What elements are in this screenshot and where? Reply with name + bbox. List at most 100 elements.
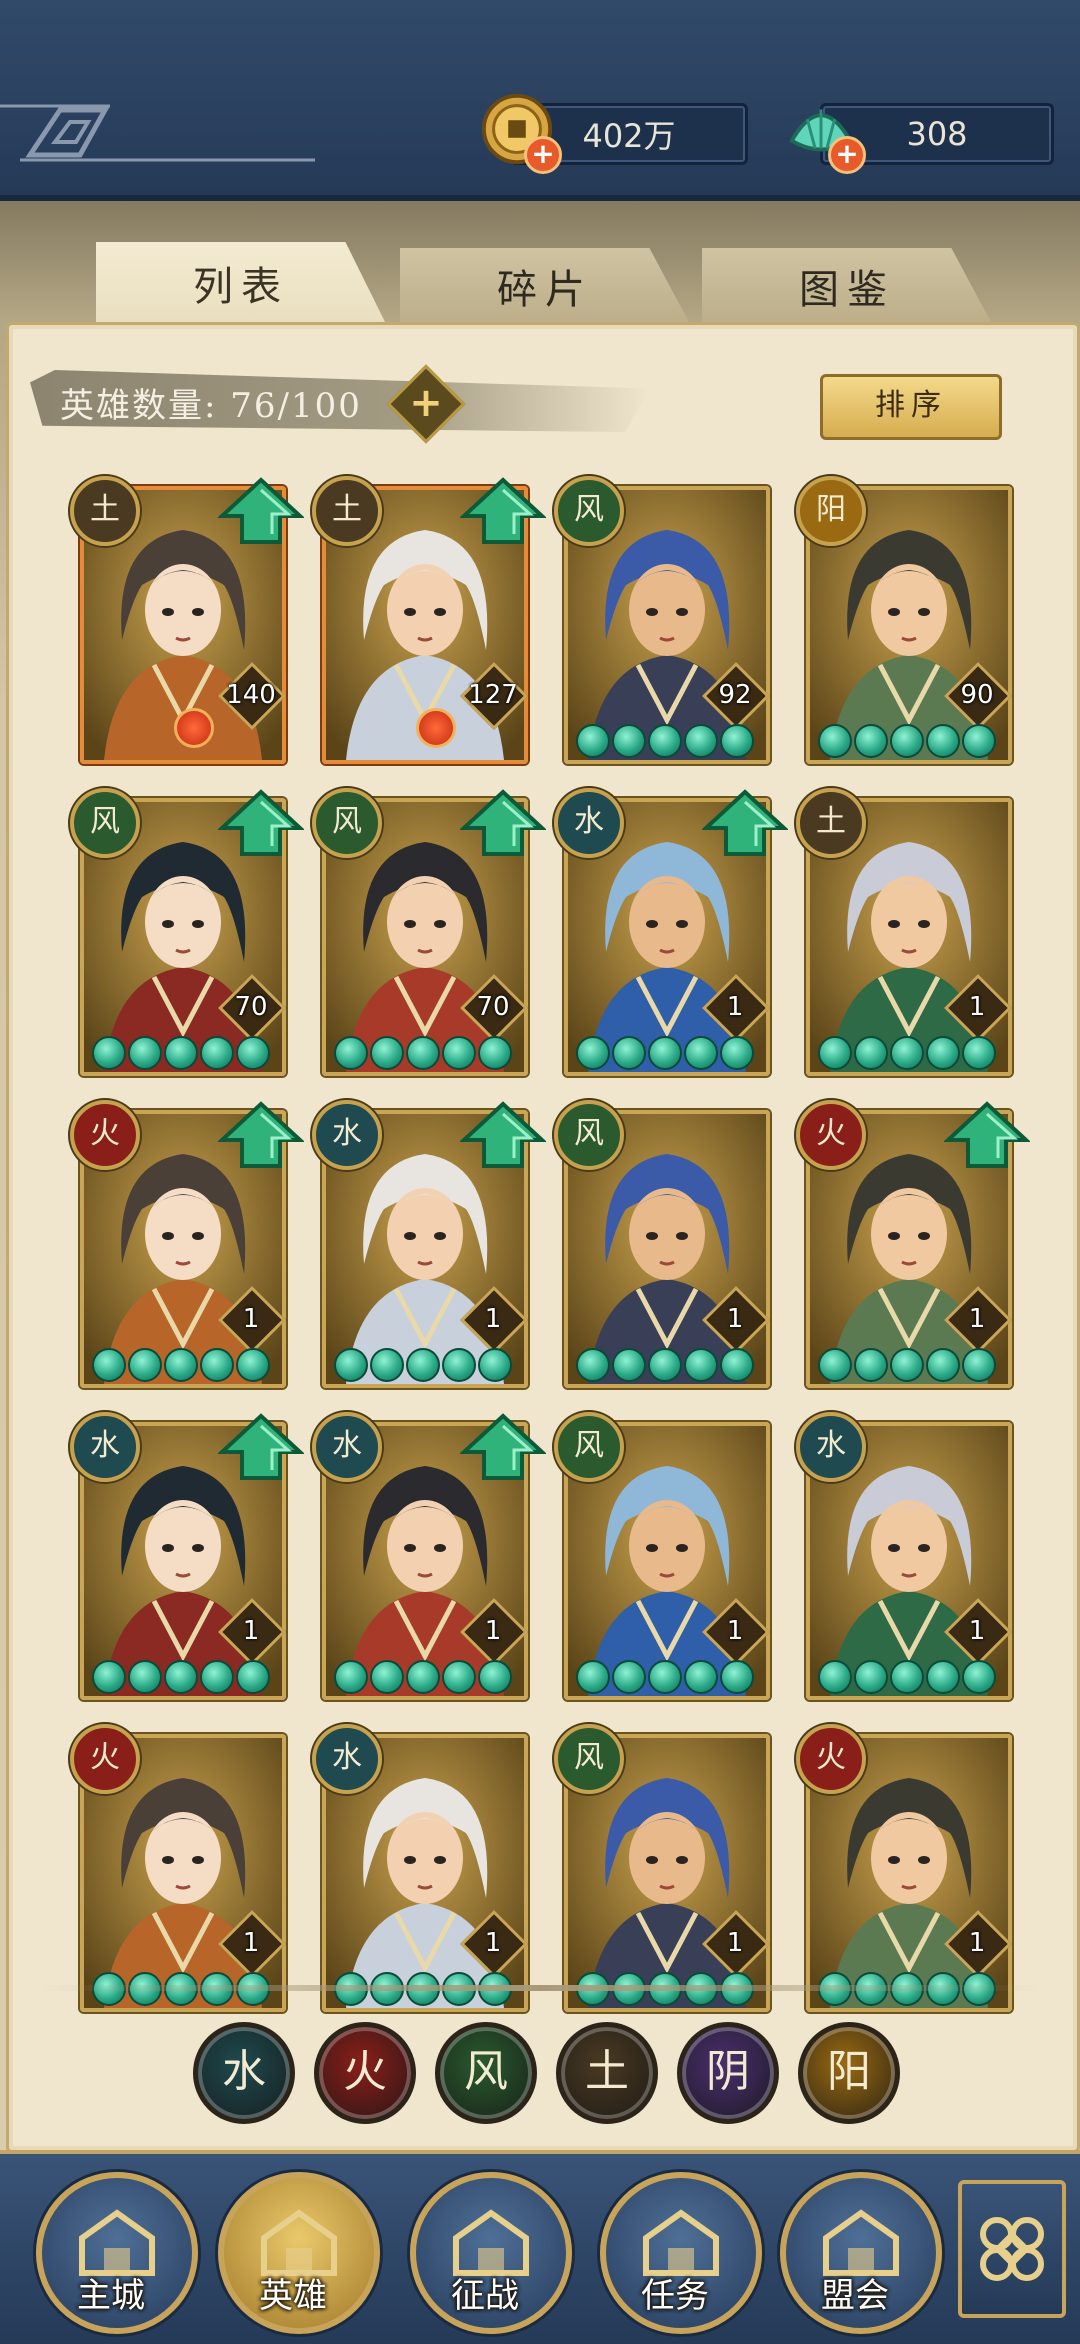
hero-card[interactable]: 水1 <box>796 1412 1012 1700</box>
hero-level: 1 <box>726 1928 744 1958</box>
jade-star-icon <box>720 1660 754 1694</box>
hero-card[interactable]: 土 140 <box>70 476 304 764</box>
hero-level-badge: 1 <box>460 1910 528 1978</box>
yin-element-icon[interactable]: 阴 <box>677 2022 779 2124</box>
hero-level-badge: 70 <box>218 974 286 1042</box>
jade-star-icon <box>926 1348 960 1382</box>
hero-card[interactable]: 土1 <box>796 788 1012 1076</box>
yang-element-icon[interactable]: 阳 <box>798 2022 900 2124</box>
hero-card[interactable]: 水1 <box>312 1724 528 2012</box>
element-badge: 土 <box>312 476 382 546</box>
hero-card[interactable]: 水1 <box>312 1412 546 1700</box>
more-menu-button[interactable] <box>958 2180 1066 2318</box>
jade-star-icon <box>818 1660 852 1694</box>
hero-card[interactable]: 水1 <box>70 1412 304 1700</box>
hero-card[interactable]: 火1 <box>70 1100 304 1388</box>
element-badge: 水 <box>312 1100 382 1170</box>
hero-card[interactable]: 火1 <box>796 1724 1012 2012</box>
upgrade-arrow-icon <box>218 1101 304 1168</box>
jade-star-icon <box>200 1660 234 1694</box>
jade-star-icon <box>648 1036 682 1070</box>
hero-card[interactable]: 风 70 <box>70 788 304 1076</box>
upgrade-arrow-icon <box>944 1101 1030 1168</box>
nav-label: 英雄 <box>259 2276 327 2316</box>
jade-star-icon <box>576 724 610 758</box>
hero-level: 1 <box>242 1928 260 1958</box>
hero-level: 1 <box>484 1616 502 1646</box>
hero-level-badge: 1 <box>944 1598 1012 1666</box>
jade-star-icon <box>128 1660 162 1694</box>
jade-star-icon <box>962 1036 996 1070</box>
element-badge: 风 <box>312 788 382 858</box>
jade-star-icon <box>406 1348 440 1382</box>
element-badge: 火 <box>796 1100 866 1170</box>
jade-star-icon <box>576 1660 610 1694</box>
hero-card[interactable]: 风1 <box>554 1412 770 1700</box>
star-row <box>576 724 754 758</box>
jade-star-icon <box>684 1660 718 1694</box>
hero-level-badge: 90 <box>944 662 1012 730</box>
jade-star-icon <box>576 1348 610 1382</box>
hero-card[interactable]: 火1 <box>796 1100 1030 1388</box>
water-element-icon[interactable]: 水 <box>193 2022 295 2124</box>
hero-level: 1 <box>726 992 744 1022</box>
star-row <box>334 1036 512 1070</box>
jade-star-icon <box>164 1036 198 1070</box>
hero-level: 1 <box>968 1616 986 1646</box>
menu-knot-icon <box>980 2217 1044 2281</box>
upgrade-arrow-icon <box>460 477 546 544</box>
jade-star-icon <box>926 1036 960 1070</box>
hero-card[interactable]: 阳 90 <box>796 476 1012 764</box>
jade-star-icon <box>92 1348 126 1382</box>
hero-card[interactable]: 风1 <box>554 1724 770 2012</box>
jade-star-icon <box>334 1660 368 1694</box>
jade-star-icon <box>236 1660 270 1694</box>
hero-card[interactable]: 土 127 <box>312 476 546 764</box>
jade-star-icon <box>648 724 682 758</box>
star-row <box>818 1036 996 1070</box>
element-badge: 阳 <box>796 476 866 546</box>
jade-star-icon <box>612 1036 646 1070</box>
hero-level: 90 <box>960 680 994 710</box>
jade-star-icon <box>648 1660 682 1694</box>
upgrade-arrow-icon <box>218 1413 304 1480</box>
element-badge: 火 <box>70 1724 140 1794</box>
jade-star-icon <box>854 1348 888 1382</box>
nav-label: 征战 <box>451 2276 519 2316</box>
fire-element-icon[interactable]: 火 <box>314 2022 416 2124</box>
jade-star-icon <box>92 1036 126 1070</box>
jade-star-icon <box>962 724 996 758</box>
element-badge: 火 <box>796 1724 866 1794</box>
hero-card[interactable]: 风1 <box>554 1100 770 1388</box>
hero-level-badge: 1 <box>944 1910 1012 1978</box>
jade-star-icon <box>648 1348 682 1382</box>
upgrade-arrow-icon <box>702 789 788 856</box>
jade-star-icon <box>576 1036 610 1070</box>
jade-star-icon <box>612 724 646 758</box>
hero-level-badge: 1 <box>702 974 770 1042</box>
wind-element-icon[interactable]: 风 <box>435 2022 537 2124</box>
star-row <box>334 1660 512 1694</box>
jade-star-icon <box>890 1036 924 1070</box>
hero-level-badge: 92 <box>702 662 770 730</box>
star-row <box>818 1348 996 1382</box>
element-badge: 风 <box>554 1724 624 1794</box>
earth-element-icon[interactable]: 土 <box>556 2022 658 2124</box>
hero-level-badge: 127 <box>460 662 528 730</box>
hero-level-badge: 1 <box>460 1598 528 1666</box>
jade-star-icon <box>128 1348 162 1382</box>
element-badge: 风 <box>554 476 624 546</box>
jade-star-icon <box>890 1660 924 1694</box>
jade-star-icon <box>612 1348 646 1382</box>
hero-card[interactable]: 风 70 <box>312 788 546 1076</box>
hero-level: 1 <box>242 1304 260 1334</box>
hero-card[interactable]: 水1 <box>312 1100 546 1388</box>
star-row <box>576 1660 754 1694</box>
rune-orb-icon <box>174 708 214 748</box>
hero-card[interactable]: 风 92 <box>554 476 770 764</box>
jade-star-icon <box>478 1348 512 1382</box>
hero-card[interactable]: 火1 <box>70 1724 286 2012</box>
jade-star-icon <box>406 1036 440 1070</box>
element-badge: 风 <box>554 1100 624 1170</box>
hero-card[interactable]: 水1 <box>554 788 788 1076</box>
